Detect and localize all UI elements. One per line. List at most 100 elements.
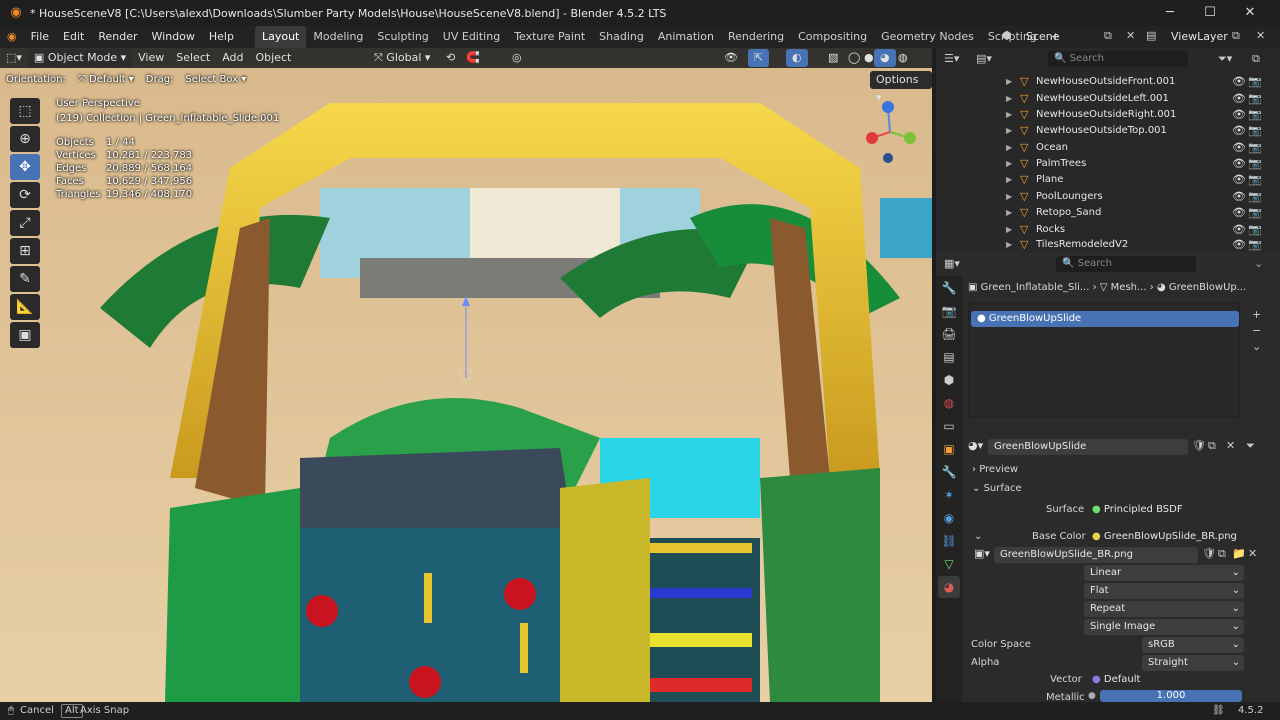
outliner-search-input[interactable]: 🔍 Search bbox=[1048, 51, 1188, 67]
outliner-item[interactable]: ▶ ▽ PalmTrees 👁 📷 bbox=[936, 155, 1280, 171]
outliner-item[interactable]: ▶ ▽ Plane 👁 📷 bbox=[936, 171, 1280, 187]
expand-icon[interactable]: ▶ bbox=[1006, 208, 1012, 217]
eye-icon[interactable]: 👁 bbox=[1232, 190, 1246, 203]
eye-icon[interactable]: 👁 bbox=[1232, 173, 1246, 186]
shading-rendered-icon[interactable]: ◍ bbox=[892, 49, 914, 67]
properties-panel[interactable]: ▦▾ 🔍 Search ⌄ ▣ Green_Inflatable_Sli... … bbox=[936, 252, 1280, 703]
pivot-point-icon[interactable]: ⟲ bbox=[440, 49, 461, 67]
metallic-slider[interactable]: 1.000 bbox=[1100, 690, 1242, 702]
particles-tab-icon[interactable]: ✶ bbox=[938, 484, 960, 506]
tab-shading[interactable]: Shading bbox=[592, 26, 651, 48]
rotate-tool-icon[interactable]: ⟳ bbox=[10, 182, 40, 208]
snap-icon[interactable]: 🧲 bbox=[460, 49, 486, 67]
duplicate-material-icon[interactable]: ⧉ bbox=[1208, 439, 1216, 453]
tab-layout[interactable]: Layout bbox=[254, 26, 307, 48]
tab-animation[interactable]: Animation bbox=[651, 26, 721, 48]
camera-icon[interactable]: 📷 bbox=[1248, 92, 1262, 105]
constraints-tab-icon[interactable]: ⛓ bbox=[938, 530, 960, 552]
menu-select[interactable]: Select bbox=[170, 49, 216, 67]
expand-icon[interactable]: ▶ bbox=[1006, 175, 1012, 184]
overlay-toggle-icon[interactable]: ◐ bbox=[786, 49, 808, 67]
tab-modeling[interactable]: Modeling bbox=[306, 26, 370, 48]
material-name-field[interactable]: GreenBlowUpSlide bbox=[988, 439, 1188, 455]
maximize-button[interactable]: ☐ bbox=[1190, 0, 1230, 26]
visibility-icon[interactable]: 👁 bbox=[718, 49, 744, 67]
options-dropdown[interactable]: Options ▾ bbox=[870, 71, 932, 104]
camera-icon[interactable]: 📷 bbox=[1248, 141, 1262, 154]
remove-slot-icon[interactable]: − bbox=[1252, 324, 1261, 337]
select-box-tool-icon[interactable]: ⬚ bbox=[10, 98, 40, 124]
outliner-item[interactable]: ▶ ▽ Ocean 👁 📷 bbox=[936, 139, 1280, 155]
eye-icon[interactable]: 👁 bbox=[1232, 141, 1246, 154]
unlink-material-icon[interactable]: ✕ bbox=[1226, 439, 1235, 452]
minimize-button[interactable]: ─ bbox=[1150, 0, 1190, 26]
image-fake-user-icon[interactable]: 🛡 bbox=[1202, 547, 1216, 560]
filter-icon[interactable]: ⏷▾ bbox=[1218, 52, 1232, 66]
expand-icon[interactable]: ▶ bbox=[1006, 110, 1012, 119]
outliner-item[interactable]: ▶ ▽ NewHouseOutsideLeft.001 👁 📷 bbox=[936, 90, 1280, 106]
camera-icon[interactable]: 📷 bbox=[1248, 157, 1262, 170]
outliner-item[interactable]: ▶ ▽ TilesRemodeledV2 👁 📷 bbox=[936, 236, 1280, 252]
scene-selector[interactable]: Scene bbox=[1026, 26, 1060, 48]
editor-type-icon[interactable]: ⬚▾ bbox=[0, 49, 28, 67]
outliner-item[interactable]: ▶ ▽ NewHouseOutsideRight.001 👁 📷 bbox=[936, 106, 1280, 122]
navigation-gizmo[interactable] bbox=[858, 98, 928, 168]
new-view-layer-icon[interactable]: ⧉ bbox=[1232, 29, 1240, 43]
menu-object[interactable]: Object bbox=[249, 49, 297, 67]
surface-shader-field[interactable]: ● Principled BSDF bbox=[1086, 502, 1242, 518]
expand-icon[interactable]: ▶ bbox=[1006, 240, 1012, 249]
outliner-item[interactable]: ▶ ▽ PoolLoungers 👁 📷 bbox=[936, 188, 1280, 204]
preview-panel-header[interactable]: › Preview bbox=[972, 462, 1018, 478]
camera-icon[interactable]: 📷 bbox=[1248, 173, 1262, 186]
view-layer-selector[interactable]: ViewLayer bbox=[1171, 26, 1228, 48]
mode-selector[interactable]: ▣ Object Mode ▾ bbox=[27, 49, 133, 67]
surface-panel-header[interactable]: ⌄ Surface bbox=[972, 481, 1022, 497]
tab-texture-paint[interactable]: Texture Paint bbox=[507, 26, 592, 48]
eye-icon[interactable]: 👁 bbox=[1232, 92, 1246, 105]
camera-icon[interactable]: 📷 bbox=[1248, 124, 1262, 137]
eye-icon[interactable]: 👁 bbox=[1232, 75, 1246, 88]
menu-add[interactable]: Add bbox=[216, 49, 249, 67]
world-tab-icon[interactable]: ◍ bbox=[938, 392, 960, 414]
base-color-field[interactable]: ● GreenBlowUpSlide_BR.png bbox=[1086, 529, 1242, 545]
tool-tab-icon[interactable]: 🔧 bbox=[938, 277, 960, 299]
expand-icon[interactable]: ▶ bbox=[1006, 225, 1012, 234]
annotate-tool-icon[interactable]: ✎ bbox=[10, 266, 40, 292]
expand-icon[interactable]: ▶ bbox=[1006, 159, 1012, 168]
add-slot-icon[interactable]: + bbox=[1252, 308, 1261, 321]
eye-icon[interactable]: 👁 bbox=[1232, 124, 1246, 137]
measure-tool-icon[interactable]: 📐 bbox=[10, 294, 40, 320]
material-link-icon[interactable]: ⏷ bbox=[1246, 439, 1255, 453]
transform-orientation-selector[interactable]: ⤧ Global ▾ bbox=[368, 49, 436, 67]
outliner-item[interactable]: ▶ ▽ NewHouseOutsideTop.001 👁 📷 bbox=[936, 122, 1280, 138]
camera-icon[interactable]: 📷 bbox=[1248, 223, 1262, 236]
menu-file[interactable]: File bbox=[24, 26, 56, 48]
modifier-tab-icon[interactable]: 🔧 bbox=[938, 461, 960, 483]
properties-editor-type-icon[interactable]: ▦▾ bbox=[944, 257, 960, 270]
open-image-icon[interactable]: 📁 bbox=[1232, 547, 1246, 560]
output-tab-icon[interactable]: 🖨 bbox=[938, 323, 960, 345]
vector-field[interactable]: ● Default bbox=[1086, 672, 1242, 688]
new-scene-icon[interactable]: ⧉ bbox=[1104, 29, 1112, 43]
menu-view[interactable]: View bbox=[132, 49, 170, 67]
outliner-display-mode-icon[interactable]: ▤▾ bbox=[976, 52, 992, 65]
base-color-expand-icon[interactable]: ⌄ bbox=[974, 529, 982, 545]
move-tool-icon[interactable]: ✥ bbox=[10, 154, 40, 180]
close-button[interactable]: ✕ bbox=[1230, 0, 1270, 26]
gizmo-toggle-icon[interactable]: ⇱ bbox=[748, 49, 770, 67]
camera-icon[interactable]: 📷 bbox=[1248, 206, 1262, 219]
tab-uv-editing[interactable]: UV Editing bbox=[436, 26, 507, 48]
blender-menu-icon[interactable]: ◉ bbox=[0, 26, 24, 48]
cursor-tool-icon[interactable]: ⊕ bbox=[10, 126, 40, 152]
interpolation-select[interactable]: Linear ⌄ bbox=[1084, 565, 1244, 581]
camera-icon[interactable]: 📷 bbox=[1248, 238, 1262, 251]
eye-icon[interactable]: 👁 bbox=[1232, 157, 1246, 170]
material-tab-icon[interactable]: ◕ bbox=[938, 576, 960, 598]
image-duplicate-icon[interactable]: ⧉ bbox=[1218, 547, 1226, 561]
delete-scene-icon[interactable]: ✕ bbox=[1126, 29, 1135, 42]
material-slot-list[interactable]: ● GreenBlowUpSlide bbox=[968, 302, 1240, 418]
outliner-editor-type-icon[interactable]: ☰▾ bbox=[944, 52, 959, 65]
eye-icon[interactable]: 👁 bbox=[1232, 223, 1246, 236]
data-tab-icon[interactable]: ▽ bbox=[938, 553, 960, 575]
view-layer-tab-icon[interactable]: ▤ bbox=[938, 346, 960, 368]
